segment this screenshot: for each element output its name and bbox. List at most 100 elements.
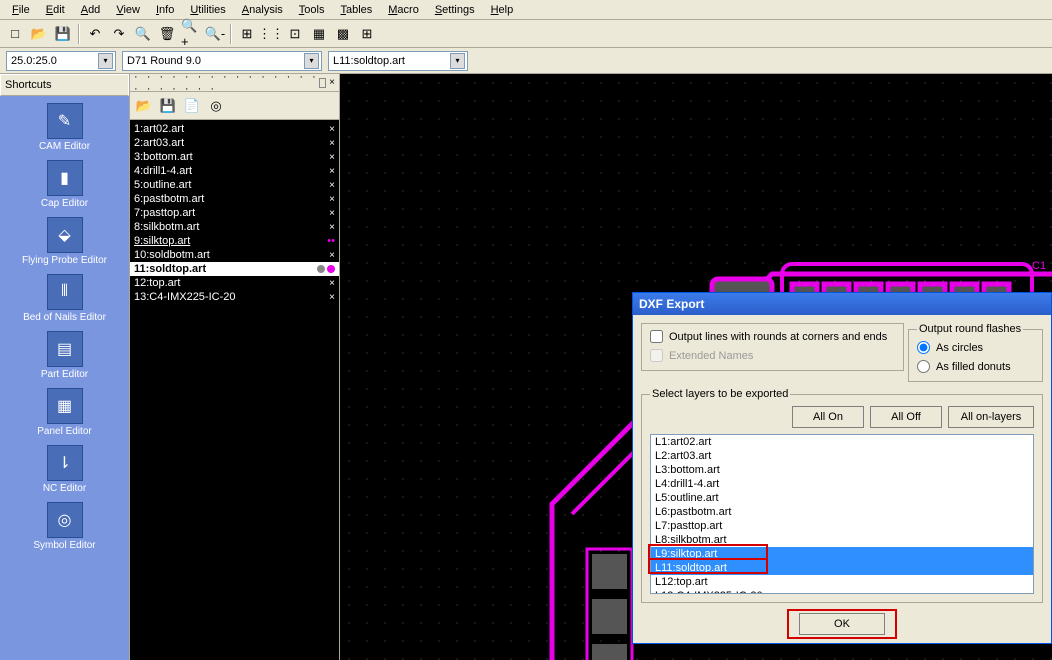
export-layer-row[interactable]: L5:outline.art [651, 491, 1033, 505]
toolbar-button-0[interactable]: □ [4, 23, 26, 45]
menu-edit[interactable]: Edit [40, 2, 71, 17]
layer-row[interactable]: 6:pastbotm.art× [130, 192, 339, 206]
layer-row[interactable]: 13:C4-IMX225-IC-20× [130, 290, 339, 304]
export-layer-row[interactable]: L7:pasttop.art [651, 519, 1033, 533]
export-layer-row[interactable]: L12:top.art [651, 575, 1033, 589]
layer-row[interactable]: 8:silkbotm.art× [130, 220, 339, 234]
layer-row[interactable]: 5:outline.art× [130, 178, 339, 192]
layer-row[interactable]: 11:soldtop.art [130, 262, 339, 276]
layer-x-icon: × [329, 222, 335, 233]
export-layer-row[interactable]: L1:art02.art [651, 435, 1033, 449]
export-layer-row[interactable]: L13:C4-IMX225-IC-20 [651, 589, 1033, 594]
export-layer-row[interactable]: L4:drill1-4.art [651, 477, 1033, 491]
export-layer-listbox[interactable]: L1:art02.artL2:art03.artL3:bottom.artL4:… [650, 434, 1034, 594]
menu-tables[interactable]: Tables [334, 2, 378, 17]
layer-dots: •• [327, 235, 335, 247]
menu-utilities[interactable]: Utilities [184, 2, 231, 17]
layer-row[interactable]: 2:art03.art× [130, 136, 339, 150]
ok-button[interactable]: OK [799, 613, 885, 635]
menu-file[interactable]: File [6, 2, 36, 17]
menu-tools[interactable]: Tools [293, 2, 331, 17]
toolbar-button-7[interactable]: 🗑 [156, 23, 178, 45]
shortcut-cap-editor[interactable]: ▮Cap Editor [0, 157, 129, 212]
toolbar-button-6[interactable]: 🔍 [132, 23, 154, 45]
chevron-down-icon[interactable]: ▾ [304, 53, 319, 69]
dxf-export-dialog: DXF Export Output lines with rounds at c… [632, 292, 1052, 644]
layer-row[interactable]: 4:drill1-4.art× [130, 164, 339, 178]
menu-analysis[interactable]: Analysis [236, 2, 289, 17]
zoom-combo[interactable]: 25.0:25.0 ▾ [6, 51, 116, 71]
menu-info[interactable]: Info [150, 2, 180, 17]
layer-value: L11:soldtop.art [333, 55, 405, 67]
shortcut-label: Flying Probe Editor [22, 255, 107, 266]
shortcut-label: CAM Editor [39, 141, 90, 152]
all-off-button[interactable]: All Off [870, 406, 942, 428]
shortcut-cam-editor[interactable]: ✎CAM Editor [0, 100, 129, 155]
layer-x-icon: × [329, 208, 335, 219]
shortcuts-title: Shortcuts [0, 74, 129, 96]
export-layer-row[interactable]: L6:pastbotm.art [651, 505, 1033, 519]
layer-row[interactable]: 10:soldbotm.art× [130, 248, 339, 262]
toolbar-button-11[interactable]: ⊞ [236, 23, 258, 45]
layer-row[interactable]: 12:top.art× [130, 276, 339, 290]
export-layer-row[interactable]: L8:silkbotm.art [651, 533, 1033, 547]
radio-as-donuts[interactable]: As filled donuts [917, 360, 1034, 373]
panel-pin-icon[interactable] [319, 78, 326, 88]
export-layer-row[interactable]: L3:bottom.art [651, 463, 1033, 477]
shortcuts-sidebar: Shortcuts ✎CAM Editor▮Cap Editor ⬙ Flying … [0, 74, 130, 660]
doc-icon[interactable]: 📄 [182, 96, 202, 116]
shortcut-symbol-editor[interactable]: ◎Symbol Editor [0, 499, 129, 554]
toolbar-button-8[interactable]: 🔍+ [180, 23, 202, 45]
shortcut-label: Symbol Editor [33, 540, 95, 551]
all-on-button[interactable]: All On [792, 406, 864, 428]
all-on-layers-button[interactable]: All on-layers [948, 406, 1034, 428]
layer-row[interactable]: 9:silktop.art•• [130, 234, 339, 248]
close-icon[interactable]: × [329, 77, 335, 88]
shortcut-icon: ⬙ [47, 217, 83, 253]
shortcut-icon: ⫴ [47, 274, 83, 310]
layer-name: 12:top.art [134, 277, 329, 289]
shortcut-part-editor[interactable]: ▤Part Editor [0, 328, 129, 383]
layer-x-icon: × [329, 292, 335, 303]
toolbar-button-13[interactable]: ⊡ [284, 23, 306, 45]
aperture-combo[interactable]: D71 Round 9.0 ▾ [122, 51, 322, 71]
menu-macro[interactable]: Macro [382, 2, 425, 17]
shortcut-label: Part Editor [41, 369, 88, 380]
toolbar-divider [78, 24, 80, 44]
export-layer-row[interactable]: L2:art03.art [651, 449, 1033, 463]
shortcut-flying-probe-editor[interactable]: ⬙ Flying Probe Editor [0, 214, 129, 269]
checkbox-rounds[interactable]: Output lines with rounds at corners and … [650, 330, 895, 343]
chevron-down-icon[interactable]: ▾ [450, 53, 465, 69]
menu-view[interactable]: View [110, 2, 146, 17]
layer-dot-gray [317, 265, 325, 273]
menu-help[interactable]: Help [485, 2, 520, 17]
menu-settings[interactable]: Settings [429, 2, 481, 17]
export-layer-row[interactable]: L9:silktop.art [651, 547, 1033, 561]
menu-bar: File Edit AddView Info Utilities Analysis Tool… [0, 0, 1052, 20]
layer-row[interactable]: 3:bottom.art× [130, 150, 339, 164]
layer-list[interactable]: 1:art02.art×2:art03.art×3:bottom.art×4:d… [130, 120, 339, 660]
export-layer-row[interactable]: L11:soldtop.art [651, 561, 1033, 575]
toolbar-button-12[interactable]: ⋮⋮ [260, 23, 282, 45]
save-icon[interactable]: 💾 [158, 96, 178, 116]
layer-row[interactable]: 7:pasttop.art× [130, 206, 339, 220]
layer-row[interactable]: 1:art02.art× [130, 122, 339, 136]
toolbar-button-4[interactable]: ↶ [84, 23, 106, 45]
chevron-down-icon[interactable]: ▾ [98, 53, 113, 69]
toolbar-button-15[interactable]: ▩ [332, 23, 354, 45]
toolbar-button-9[interactable]: 🔍- [204, 23, 226, 45]
shortcut-nc-editor[interactable]: ⇂NC Editor [0, 442, 129, 497]
toolbar-button-16[interactable]: ⊞ [356, 23, 378, 45]
radio-as-circles[interactable]: As circles [917, 341, 1034, 354]
shortcut-bed-of-nails-editor[interactable]: ⫴Bed of Nails Editor [0, 271, 129, 326]
layer-x-icon: × [329, 152, 335, 163]
toolbar-button-1[interactable]: 📂 [28, 23, 50, 45]
toolbar-button-2[interactable]: 💾 [52, 23, 74, 45]
toolbar-button-5[interactable]: ↷ [108, 23, 130, 45]
menu-add[interactable]: Add [75, 2, 107, 17]
layer-combo[interactable]: L11:soldtop.art ▾ [328, 51, 468, 71]
target-icon[interactable]: ◎ [206, 96, 226, 116]
shortcut-panel-editor[interactable]: ▦Panel Editor [0, 385, 129, 440]
folder-open-icon[interactable]: 📂 [134, 96, 154, 116]
toolbar-button-14[interactable]: ▦ [308, 23, 330, 45]
